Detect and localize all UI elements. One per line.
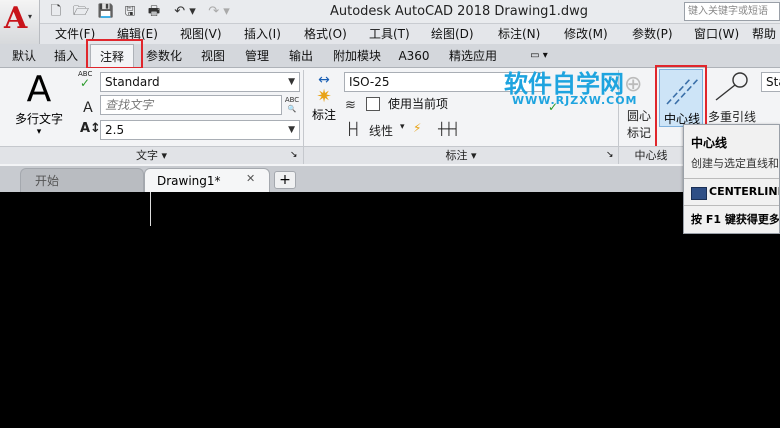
chevron-down-icon: ▼ — [288, 77, 295, 87]
mtext-icon: A — [26, 69, 52, 110]
tab-a360[interactable]: A360 — [394, 44, 434, 68]
center-mark-label-2: 标记 — [627, 126, 652, 140]
dimension-panel-title-label: 标注 ▾ — [445, 149, 477, 162]
mtext-button[interactable]: A 多行文字 ▾ — [8, 70, 70, 142]
tooltip-command: CENTERLINE — [709, 185, 780, 198]
dimension-panel-title[interactable]: 标注 ▾ — [304, 146, 618, 164]
tab-parametric[interactable]: 参数化 — [140, 44, 188, 68]
tab-manage[interactable]: 管理 — [238, 44, 276, 68]
text-style-select[interactable]: Standard ▼ — [100, 72, 300, 92]
tooltip-help: 按 F1 键获得更多 — [691, 213, 780, 226]
tooltip-description: 创建与选定直线和 — [691, 157, 779, 170]
multileader-button[interactable]: 多重引线 — [708, 108, 756, 125]
text-panel-title[interactable]: 文字 ▾ — [0, 146, 303, 164]
new-file-icon[interactable]: 🗋 — [47, 3, 65, 21]
open-file-icon[interactable]: 🗁 — [72, 3, 90, 21]
text-height-value: 2.5 — [105, 123, 125, 137]
tab-view[interactable]: 视图 — [194, 44, 232, 68]
menu-modify[interactable]: 修改(M) — [564, 24, 608, 44]
use-current-checkbox[interactable] — [366, 97, 380, 111]
center-mark-icon: ⊕ — [624, 72, 643, 97]
autocad-logo-icon: A — [4, 1, 28, 36]
centerline-tooltip: 中心线 创建与选定直线和 CENTERLINE 按 F1 键获得更多 — [683, 124, 780, 234]
tab-start[interactable]: 开始 — [20, 168, 144, 192]
tab-insert[interactable]: 插入 — [48, 44, 84, 68]
watermark-url: WWW.RJZXW.COM — [512, 94, 638, 107]
dimension-button[interactable]: ↔ ✷ 标注 — [308, 72, 340, 128]
dimension-star-icon: ✷ — [316, 86, 332, 107]
crosshair-cursor — [150, 192, 151, 226]
menu-insert[interactable]: 插入(I) — [244, 24, 281, 44]
save-as-icon[interactable]: 🖫 — [121, 3, 139, 21]
menu-help[interactable]: 帮助 — [752, 24, 776, 44]
tooltip-title: 中心线 — [691, 136, 728, 150]
text-panel-title-label: 文字 ▾ — [135, 149, 168, 162]
close-icon[interactable]: ✕ — [246, 172, 255, 185]
save-icon[interactable]: 💾 — [97, 3, 115, 21]
tab-output[interactable]: 输出 — [282, 44, 320, 68]
find-text-input[interactable]: 查找文字 — [100, 95, 282, 115]
dimension-label: 标注 — [311, 108, 336, 122]
chevron-down-icon: ▼ — [288, 125, 295, 135]
center-mark-button[interactable]: 圆心 标记 — [627, 108, 651, 142]
checkmark-icon: ✓ — [80, 76, 91, 90]
centerline-panel-title: 中心线 — [619, 146, 683, 164]
continue-dimension-icon[interactable]: ┼┼┤ — [438, 122, 460, 136]
text-height-icon: A↕ — [80, 121, 101, 136]
menu-draw[interactable]: 绘图(D) — [431, 24, 474, 44]
dimension-style-value: ISO-25 — [349, 75, 390, 89]
tab-default[interactable]: 默认 — [6, 44, 42, 68]
chevron-down-icon: ▾ — [28, 12, 33, 21]
redo-icon[interactable]: ↷ ▾ — [204, 3, 234, 21]
linear-dimension-icon: ├┤ — [346, 122, 361, 136]
tab-addins[interactable]: 附加模块 — [326, 44, 388, 68]
tooltip-divider — [684, 178, 779, 179]
window-title: Autodesk AutoCAD 2018 Drawing1.dwg — [330, 4, 588, 19]
mtext-label: 多行文字 — [14, 112, 63, 126]
annotate-tab-highlight — [86, 39, 143, 69]
menu-window[interactable]: 窗口(W) — [694, 24, 739, 44]
dialog-launcher-icon[interactable]: ↘ — [290, 150, 298, 160]
application-menu-button[interactable]: A ▾ — [0, 0, 40, 44]
new-tab-button[interactable]: + — [274, 171, 296, 189]
drawing-tab-label: Drawing1* — [157, 174, 221, 188]
undo-icon[interactable]: ↶ ▾ — [170, 3, 200, 21]
search-input[interactable]: 键入关键字或短语 — [684, 2, 780, 21]
linear-label[interactable]: 线性 — [369, 122, 393, 139]
command-icon — [691, 187, 707, 200]
spell-check-icon[interactable]: ABC 🔍 — [284, 96, 300, 114]
menu-view[interactable]: 视图(V) — [180, 24, 222, 44]
multileader-icon — [715, 72, 748, 101]
dialog-launcher-icon[interactable]: ↘ — [606, 150, 614, 160]
drawing-canvas[interactable] — [0, 192, 780, 428]
tooltip-divider — [684, 205, 779, 206]
chevron-down-icon[interactable]: ▾ — [400, 122, 405, 132]
checkmark-icon: ✓ — [548, 100, 559, 114]
layer-icon: ≋ — [345, 98, 356, 113]
print-icon[interactable]: 🖶 — [145, 3, 163, 21]
quick-dimension-icon[interactable]: ⚡ — [413, 121, 421, 135]
menu-format[interactable]: 格式(O) — [304, 24, 347, 44]
menu-tools[interactable]: 工具(T) — [369, 24, 410, 44]
center-mark-label-1: 圆心 — [627, 109, 652, 123]
multileader-style-select[interactable]: Sta — [761, 72, 780, 92]
text-style-value: Standard — [105, 75, 160, 89]
menu-parameters[interactable]: 参数(P) — [632, 24, 673, 44]
find-text-icon: Ａ — [81, 100, 95, 116]
menu-dimension[interactable]: 标注(N) — [498, 24, 540, 44]
text-height-select[interactable]: 2.5 ▼ — [100, 120, 300, 140]
chevron-down-icon: ▾ — [36, 127, 42, 137]
tab-featured-apps[interactable]: 精选应用 — [440, 44, 506, 68]
